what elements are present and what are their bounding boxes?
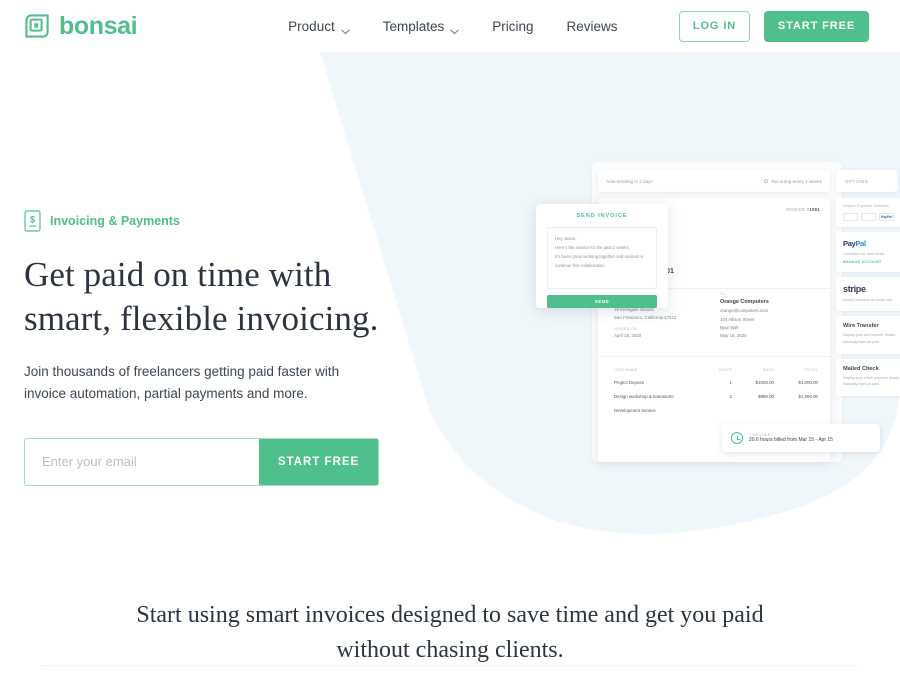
login-button[interactable]: LOG IN bbox=[679, 10, 750, 42]
header-actions: LOG IN START FREE bbox=[679, 10, 869, 42]
nav-item-label: Templates bbox=[382, 18, 445, 34]
page-title: Get paid on time with smart, flexible in… bbox=[24, 253, 384, 342]
brand-name: bonsai bbox=[59, 11, 138, 40]
hero-title-line2: smart, flexible invoicing. bbox=[24, 299, 379, 339]
hero-eyebrow: $ Invoicing & Payments bbox=[24, 210, 900, 232]
recurring-text: Recurring every 2 weeks bbox=[771, 178, 822, 184]
bonsai-logo-icon bbox=[24, 13, 50, 39]
nav-item-pricing[interactable]: Pricing bbox=[492, 19, 533, 34]
brand-logo[interactable]: bonsai bbox=[24, 11, 138, 41]
section-heading-line2: without chasing clients. bbox=[336, 636, 564, 663]
chevron-down-icon bbox=[450, 23, 459, 35]
bottom-fade-overlay bbox=[0, 665, 900, 674]
hero-section: $ Invoicing & Payments Get paid on time … bbox=[0, 210, 900, 486]
section-heading: Start using smart invoices designed to s… bbox=[0, 598, 900, 668]
nav-item-label: Pricing bbox=[492, 18, 534, 34]
nav-item-reviews[interactable]: Reviews bbox=[567, 19, 618, 34]
nav-item-product[interactable]: Product bbox=[288, 18, 350, 35]
invoice-dollar-icon: $ bbox=[24, 210, 41, 232]
nav-item-templates[interactable]: Templates bbox=[382, 18, 460, 35]
recurring-status: Recurring every 2 weeks bbox=[764, 179, 822, 184]
chevron-down-icon bbox=[340, 23, 350, 35]
section-heading-line1: Start using smart invoices designed to s… bbox=[136, 602, 764, 628]
main-nav: Product Templates Pricing Reviews bbox=[288, 18, 618, 35]
hero-eyebrow-label: Invoicing & Payments bbox=[50, 214, 180, 228]
hero-title-line1: Get paid on time with bbox=[24, 255, 332, 294]
mockup-options-button[interactable]: OPTIONS bbox=[836, 170, 898, 192]
refresh-icon bbox=[764, 179, 769, 183]
nav-item-label: Product bbox=[288, 18, 335, 34]
email-signup-form: START FREE bbox=[24, 437, 379, 486]
mockup-autosend-bar: Auto-sending in 2 days Recurring every 2… bbox=[598, 170, 830, 192]
hero-subtitle: Join thousands of freelancers getting pa… bbox=[24, 363, 340, 401]
email-input[interactable] bbox=[25, 438, 259, 485]
start-free-button[interactable]: START FREE bbox=[764, 10, 869, 42]
nav-item-label: Reviews bbox=[566, 18, 618, 34]
svg-text:$: $ bbox=[30, 215, 35, 225]
hero-start-free-button[interactable]: START FREE bbox=[259, 438, 378, 485]
autosend-text: Auto-sending in 2 days bbox=[606, 178, 653, 184]
site-header: bonsai Product Templates Pricing Reviews bbox=[0, 0, 900, 52]
